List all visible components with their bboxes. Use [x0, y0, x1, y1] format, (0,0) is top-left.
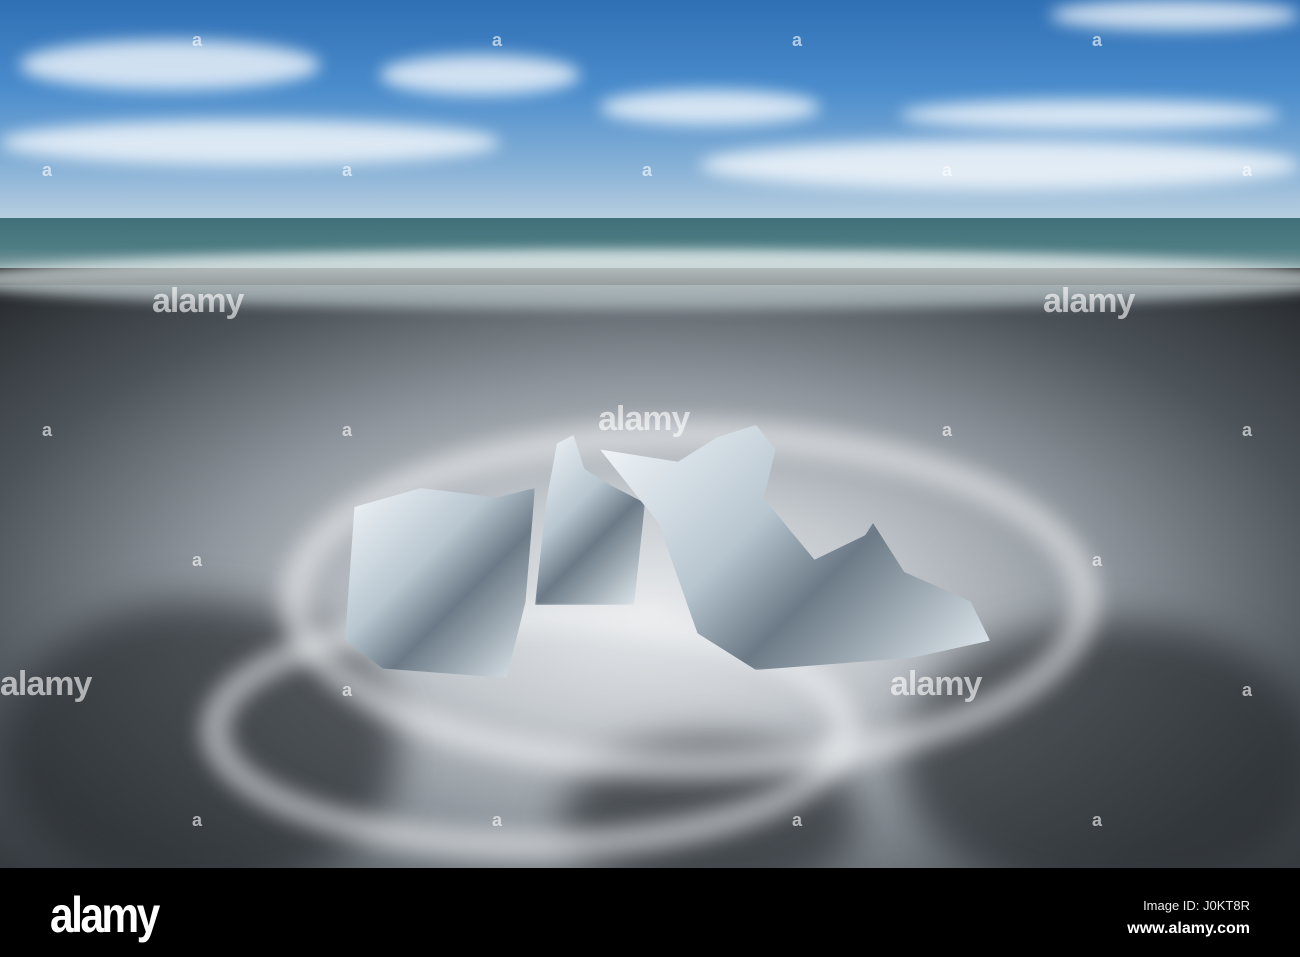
watermark: a — [342, 680, 353, 700]
watermark: alamy — [890, 665, 982, 703]
watermark: a — [642, 160, 653, 180]
watermark: a — [1092, 30, 1103, 50]
watermark: a — [792, 810, 803, 830]
watermark: a — [192, 550, 203, 570]
watermark: a — [1242, 420, 1253, 440]
footer-bar: alamy Image ID: J0KT8R www.alamy.com — [0, 868, 1300, 957]
watermark: a — [192, 810, 203, 830]
watermark: alamy — [598, 400, 690, 438]
watermark: a — [342, 160, 353, 180]
watermark: a — [1092, 810, 1103, 830]
cloud — [700, 140, 1300, 190]
photo: alamy alamy alamy alamy alamy a a a a a … — [0, 0, 1300, 868]
cloud — [0, 120, 500, 165]
cloud — [20, 40, 320, 90]
watermark: a — [1242, 160, 1253, 180]
cloud — [900, 100, 1280, 130]
site-url: www.alamy.com — [1127, 920, 1250, 937]
cloud — [1050, 0, 1300, 30]
watermark: a — [1092, 550, 1103, 570]
watermark: a — [42, 420, 53, 440]
watermark: a — [792, 30, 803, 50]
watermark: a — [342, 420, 353, 440]
image-id: Image ID: J0KT8R — [1143, 898, 1250, 913]
watermark: a — [942, 420, 953, 440]
watermark: a — [1242, 680, 1253, 700]
watermark: alamy — [152, 282, 244, 320]
watermark: a — [492, 810, 503, 830]
cloud — [380, 55, 580, 95]
watermark: a — [942, 160, 953, 180]
watermark: a — [192, 30, 203, 50]
watermark: alamy — [1043, 282, 1135, 320]
watermark: a — [492, 30, 503, 50]
watermark: alamy — [0, 665, 92, 703]
watermark: a — [42, 160, 53, 180]
ice-chunk — [345, 488, 535, 678]
alamy-logo: alamy — [50, 887, 160, 943]
cloud — [600, 90, 820, 125]
